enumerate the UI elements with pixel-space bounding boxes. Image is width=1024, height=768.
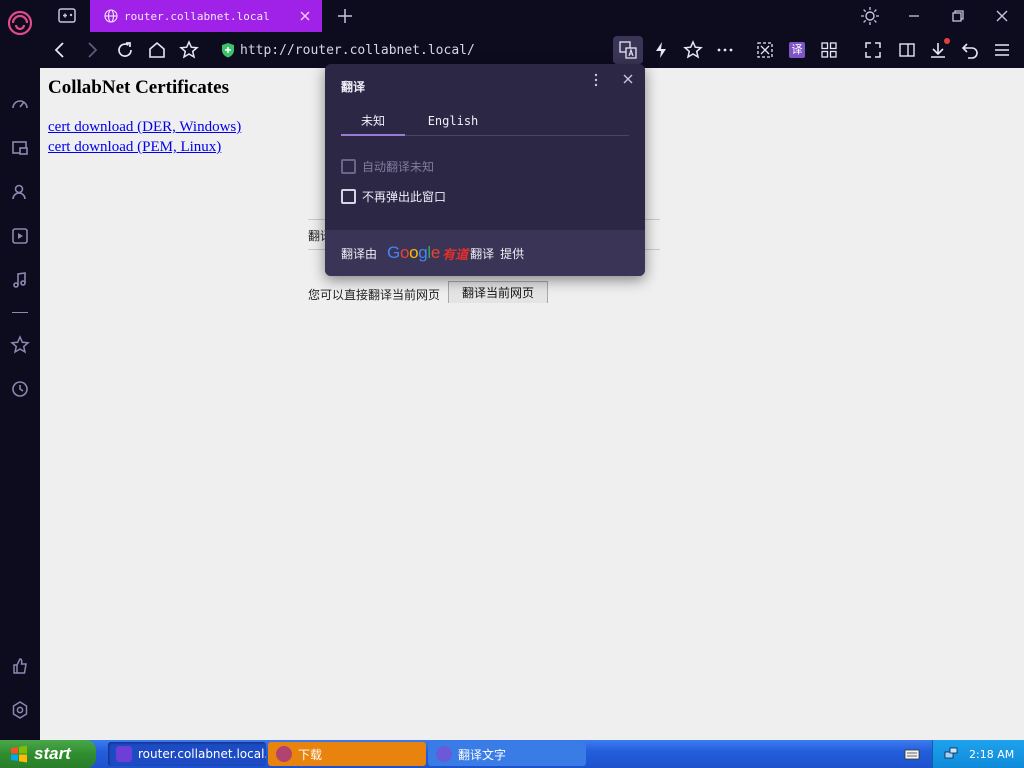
- taskbar-item-label: router.collabnet.local...: [138, 747, 266, 761]
- network-icon[interactable]: [943, 746, 959, 762]
- youdao-logo: 有道: [442, 247, 469, 263]
- keyboard-icon[interactable]: [904, 746, 920, 762]
- cert-der-link[interactable]: cert download (DER, Windows): [48, 119, 241, 136]
- taskbar-item-downloads[interactable]: 下载: [268, 742, 426, 766]
- windows-taskbar: start router.collabnet.local... 下载 翻译文字 …: [0, 740, 1024, 768]
- auto-translate-option: 自动翻译未知: [341, 158, 434, 175]
- footer-mid: 翻译: [470, 246, 495, 261]
- menu-hamburger-icon[interactable]: [992, 40, 1012, 60]
- close-window-icon[interactable]: [992, 6, 1012, 26]
- cert-pem-link[interactable]: cert download (PEM, Linux): [48, 139, 221, 156]
- sidebar-divider: [12, 312, 28, 313]
- close-tab-icon[interactable]: [298, 9, 312, 23]
- browser-sidebar: [0, 0, 40, 740]
- speed-dial-icon[interactable]: [10, 94, 30, 114]
- game-tab-icon[interactable]: [48, 2, 86, 30]
- translate-button[interactable]: [613, 36, 643, 64]
- tab-title: router.collabnet.local: [124, 9, 270, 23]
- never-show-label: 不再弹出此窗口: [362, 190, 447, 204]
- start-button[interactable]: start: [0, 740, 96, 768]
- minimize-icon[interactable]: [904, 6, 924, 26]
- lightning-icon[interactable]: [651, 40, 671, 60]
- more-dots-icon[interactable]: [715, 40, 735, 60]
- settings-gear-icon[interactable]: [10, 700, 30, 720]
- undo-icon[interactable]: [960, 40, 980, 60]
- screenshot-scissors-icon[interactable]: [755, 40, 775, 60]
- never-show-option: 不再弹出此窗口: [341, 188, 446, 205]
- address-bar[interactable]: http://router.collabnet.local/: [220, 36, 610, 64]
- taskbar-item-label: 翻译文字: [458, 747, 507, 762]
- footer-prefix: 翻译由: [341, 246, 378, 261]
- music-icon[interactable]: [10, 270, 30, 290]
- google-logo: Google: [387, 243, 441, 262]
- forward-arrow-icon[interactable]: [82, 40, 102, 60]
- collections-icon[interactable]: [10, 138, 30, 158]
- download-badge: [944, 38, 950, 44]
- history-clock-icon[interactable]: [10, 379, 30, 399]
- footer-suffix: 提供: [500, 246, 525, 261]
- windows-flag-icon: [11, 745, 27, 763]
- taskbar-item-translate[interactable]: 翻译文字: [428, 742, 586, 766]
- start-label: start: [34, 744, 71, 763]
- auto-translate-checkbox[interactable]: [341, 159, 356, 174]
- page-heading: CollabNet Certificates: [48, 77, 229, 98]
- new-tab-plus-icon[interactable]: [336, 7, 354, 25]
- video-icon[interactable]: [10, 226, 30, 246]
- translate-app-icon: [436, 746, 452, 762]
- taskbar-item-label: 下载: [298, 747, 323, 762]
- user-add-icon[interactable]: [10, 182, 30, 202]
- home-icon[interactable]: [147, 40, 167, 60]
- tab-router[interactable]: router.collabnet.local: [90, 0, 322, 32]
- bookmark-star-icon[interactable]: [179, 40, 199, 60]
- theme-sun-icon[interactable]: [860, 6, 880, 26]
- favorite-star-icon[interactable]: [683, 40, 703, 60]
- fullscreen-icon[interactable]: [863, 40, 883, 60]
- popup-footer: 翻译由 Google 有道 翻译 提供: [325, 230, 645, 276]
- apps-grid-icon[interactable]: [819, 40, 839, 60]
- tab-source-language[interactable]: 未知: [341, 112, 405, 136]
- never-show-checkbox[interactable]: [341, 189, 356, 204]
- navigation-toolbar: http://router.collabnet.local/ 译: [40, 32, 1024, 68]
- thumbs-up-icon[interactable]: [10, 656, 30, 676]
- popup-close-icon[interactable]: [621, 72, 635, 86]
- popup-title: 翻译: [341, 80, 366, 94]
- clock: 2:18 AM: [969, 747, 1015, 761]
- translate-page-button[interactable]: 翻译当前网页: [448, 281, 548, 303]
- translate-popup: 翻译 未知 English 自动翻译未知 不再弹出此窗口 翻译由 Google …: [325, 64, 645, 276]
- system-tray: 2:18 AM: [932, 740, 1024, 768]
- translate-extension-icon[interactable]: 译: [789, 42, 805, 58]
- url-text[interactable]: http://router.collabnet.local/: [240, 43, 475, 58]
- browser-app-icon: [116, 746, 132, 762]
- split-view-icon[interactable]: [897, 40, 917, 60]
- direct-translate-text: 您可以直接翻译当前网页: [308, 288, 441, 302]
- globe-icon: [104, 9, 118, 23]
- translate-icon: [619, 41, 637, 59]
- downloads-app-icon: [276, 746, 292, 762]
- taskbar-item-browser[interactable]: router.collabnet.local...: [108, 742, 266, 766]
- auto-translate-label: 自动翻译未知: [362, 160, 435, 174]
- reload-icon[interactable]: [115, 40, 135, 60]
- favorites-star-icon[interactable]: [10, 335, 30, 355]
- tab-target-language[interactable]: English: [425, 112, 481, 136]
- back-arrow-icon[interactable]: [50, 40, 70, 60]
- language-tabs: 未知 English: [341, 112, 629, 136]
- security-shield-icon[interactable]: [220, 42, 236, 58]
- browser-logo-icon[interactable]: [7, 10, 33, 36]
- popup-more-vertical-icon[interactable]: [589, 72, 603, 88]
- restore-icon[interactable]: [948, 6, 968, 26]
